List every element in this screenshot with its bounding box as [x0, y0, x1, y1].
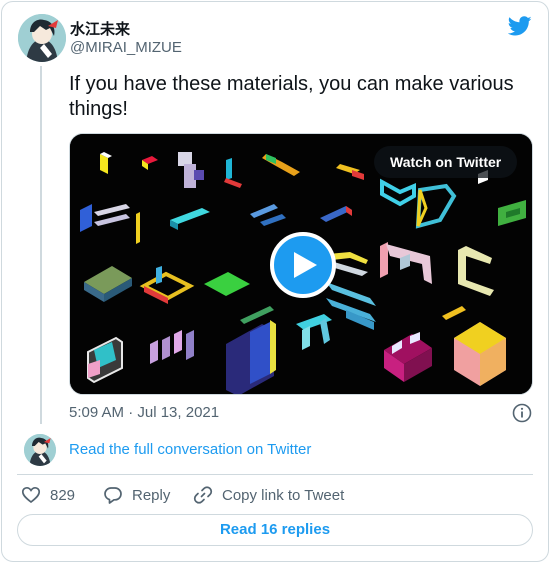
copy-link-button[interactable]: Copy link to Tweet — [193, 485, 344, 505]
author-avatar[interactable] — [18, 14, 66, 62]
like-button[interactable]: 829 — [21, 485, 75, 505]
conversation-avatar[interactable] — [24, 434, 56, 466]
reply-icon — [104, 487, 122, 504]
divider — [17, 474, 533, 475]
watch-on-twitter-button[interactable]: Watch on Twitter — [374, 146, 518, 178]
author-handle[interactable]: @MIRAI_MIZUE — [70, 39, 182, 56]
reply-label: Reply — [132, 486, 171, 504]
video-preview[interactable]: Watch on Twitter — [69, 133, 533, 395]
copy-link-label: Copy link to Tweet — [222, 486, 345, 504]
read-replies-button[interactable]: Read 16 replies — [17, 514, 533, 546]
thread-line — [40, 66, 42, 424]
tweet-timestamp[interactable]: 5:09 AM · Jul 13, 2021 — [69, 404, 219, 421]
like-count: 829 — [50, 486, 76, 504]
reply-button[interactable]: Reply — [103, 485, 170, 505]
info-icon[interactable] — [512, 403, 532, 423]
tweet-text: If you have these materials, you can mak… — [69, 73, 514, 120]
link-icon — [193, 486, 213, 504]
play-icon — [294, 252, 317, 278]
twitter-bird-icon[interactable] — [508, 14, 532, 38]
heart-icon — [21, 486, 41, 504]
play-button[interactable] — [270, 232, 336, 298]
read-full-conversation-link[interactable]: Read the full conversation on Twitter — [69, 441, 311, 458]
author-display-name[interactable]: 水江未来 — [70, 18, 130, 39]
